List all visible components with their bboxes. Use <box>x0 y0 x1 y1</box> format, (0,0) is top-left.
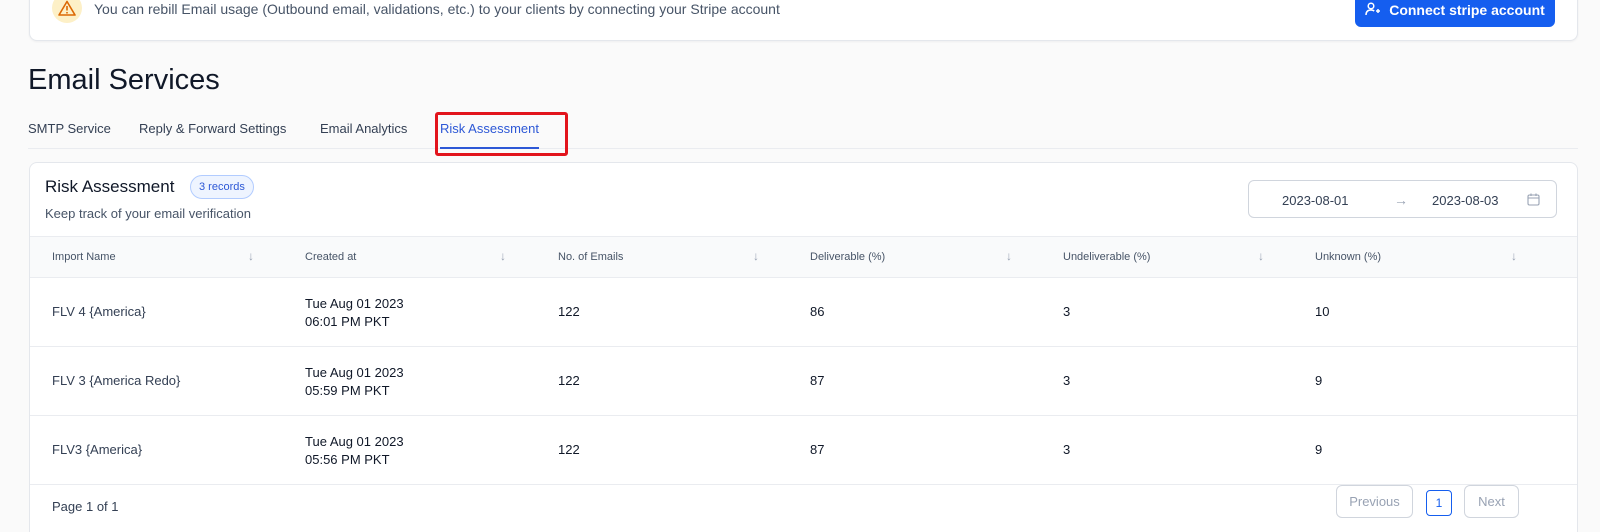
connect-stripe-button[interactable]: Connect stripe account <box>1355 0 1555 27</box>
col-created-at[interactable]: Created at <box>305 251 356 263</box>
cell-deliverable: 87 <box>810 442 825 457</box>
tab-highlight-box <box>435 112 568 156</box>
page-info: Page 1 of 1 <box>52 499 119 514</box>
cell-emails: 122 <box>558 304 580 319</box>
previous-button[interactable]: Previous <box>1336 485 1413 518</box>
cell-undeliverable: 3 <box>1063 442 1071 457</box>
cell-import-name: FLV 3 {America Redo} <box>52 373 181 388</box>
connect-stripe-label: Connect stripe account <box>1389 2 1545 18</box>
cell-import-name: FLV3 {America} <box>52 442 143 457</box>
cell-created-at: Tue Aug 01 2023 05:59 PM PKT <box>305 364 404 400</box>
banner-message: You can rebill Email usage (Outbound ema… <box>94 1 780 17</box>
sort-arrow-icon[interactable]: ↓ <box>1258 249 1264 263</box>
tab-smtp-service[interactable]: SMTP Service <box>28 121 111 136</box>
cell-undeliverable: 3 <box>1063 373 1071 388</box>
user-link-icon <box>1365 1 1381 19</box>
tab-reply-forward-settings[interactable]: Reply & Forward Settings <box>139 121 286 136</box>
col-no-of-emails[interactable]: No. of Emails <box>558 251 623 263</box>
cell-created-at: Tue Aug 01 2023 06:01 PM PKT <box>305 295 404 331</box>
cell-emails: 122 <box>558 373 580 388</box>
cell-undeliverable: 3 <box>1063 304 1071 319</box>
date-range-picker[interactable]: 2023-08-01 → 2023-08-03 <box>1248 180 1557 218</box>
records-count-badge: 3 records <box>190 175 254 199</box>
table-row[interactable]: FLV 3 {America Redo} Tue Aug 01 2023 05:5… <box>30 347 1577 416</box>
created-time: 06:01 PM PKT <box>305 314 390 329</box>
date-end[interactable]: 2023-08-03 <box>1432 193 1499 208</box>
card-title: Risk Assessment <box>45 177 175 196</box>
created-date: Tue Aug 01 2023 <box>305 365 404 380</box>
next-button[interactable]: Next <box>1464 485 1519 518</box>
col-unknown[interactable]: Unknown (%) <box>1315 251 1381 263</box>
created-date: Tue Aug 01 2023 <box>305 434 404 449</box>
sort-arrow-icon[interactable]: ↓ <box>1511 249 1517 263</box>
col-import-name[interactable]: Import Name <box>52 251 116 263</box>
pagination: Page 1 of 1 Previous 1 Next <box>30 485 1577 532</box>
cell-unknown: 10 <box>1315 304 1330 319</box>
table-row[interactable]: FLV3 {America} Tue Aug 01 2023 05:56 PM P… <box>30 416 1577 485</box>
cell-deliverable: 87 <box>810 373 825 388</box>
cell-unknown: 9 <box>1315 373 1323 388</box>
arrow-right-icon: → <box>1394 192 1408 208</box>
warning-icon <box>52 0 82 23</box>
stripe-banner: You can rebill Email usage (Outbound ema… <box>29 0 1578 41</box>
cell-deliverable: 86 <box>810 304 825 319</box>
created-time: 05:56 PM PKT <box>305 452 390 467</box>
cell-unknown: 9 <box>1315 442 1323 457</box>
cell-created-at: Tue Aug 01 2023 05:56 PM PKT <box>305 433 404 469</box>
page-title: Email Services <box>28 64 220 96</box>
cell-emails: 122 <box>558 442 580 457</box>
card-subtitle: Keep track of your email verification <box>45 206 251 221</box>
page-number-1[interactable]: 1 <box>1426 490 1452 516</box>
sort-arrow-icon[interactable]: ↓ <box>1006 249 1012 263</box>
created-date: Tue Aug 01 2023 <box>305 296 404 311</box>
created-time: 05:59 PM PKT <box>305 383 390 398</box>
cell-import-name: FLV 4 {America} <box>52 304 146 319</box>
table-row[interactable]: FLV 4 {America} Tue Aug 01 2023 06:01 PM … <box>30 278 1577 347</box>
sort-arrow-icon[interactable]: ↓ <box>500 249 506 263</box>
sort-arrow-icon[interactable]: ↓ <box>248 249 254 263</box>
table-header: Import Name ↓ Created at ↓ No. of Emails… <box>30 236 1577 278</box>
tab-email-analytics[interactable]: Email Analytics <box>320 121 407 136</box>
sort-arrow-icon[interactable]: ↓ <box>753 249 759 263</box>
risk-assessment-card: Risk Assessment 3 records Keep track of … <box>29 162 1578 532</box>
tab-bar: SMTP Service Reply & Forward Settings Em… <box>28 113 1578 149</box>
date-start[interactable]: 2023-08-01 <box>1282 193 1349 208</box>
col-deliverable[interactable]: Deliverable (%) <box>810 251 885 263</box>
calendar-icon[interactable] <box>1527 193 1540 211</box>
col-undeliverable[interactable]: Undeliverable (%) <box>1063 251 1150 263</box>
